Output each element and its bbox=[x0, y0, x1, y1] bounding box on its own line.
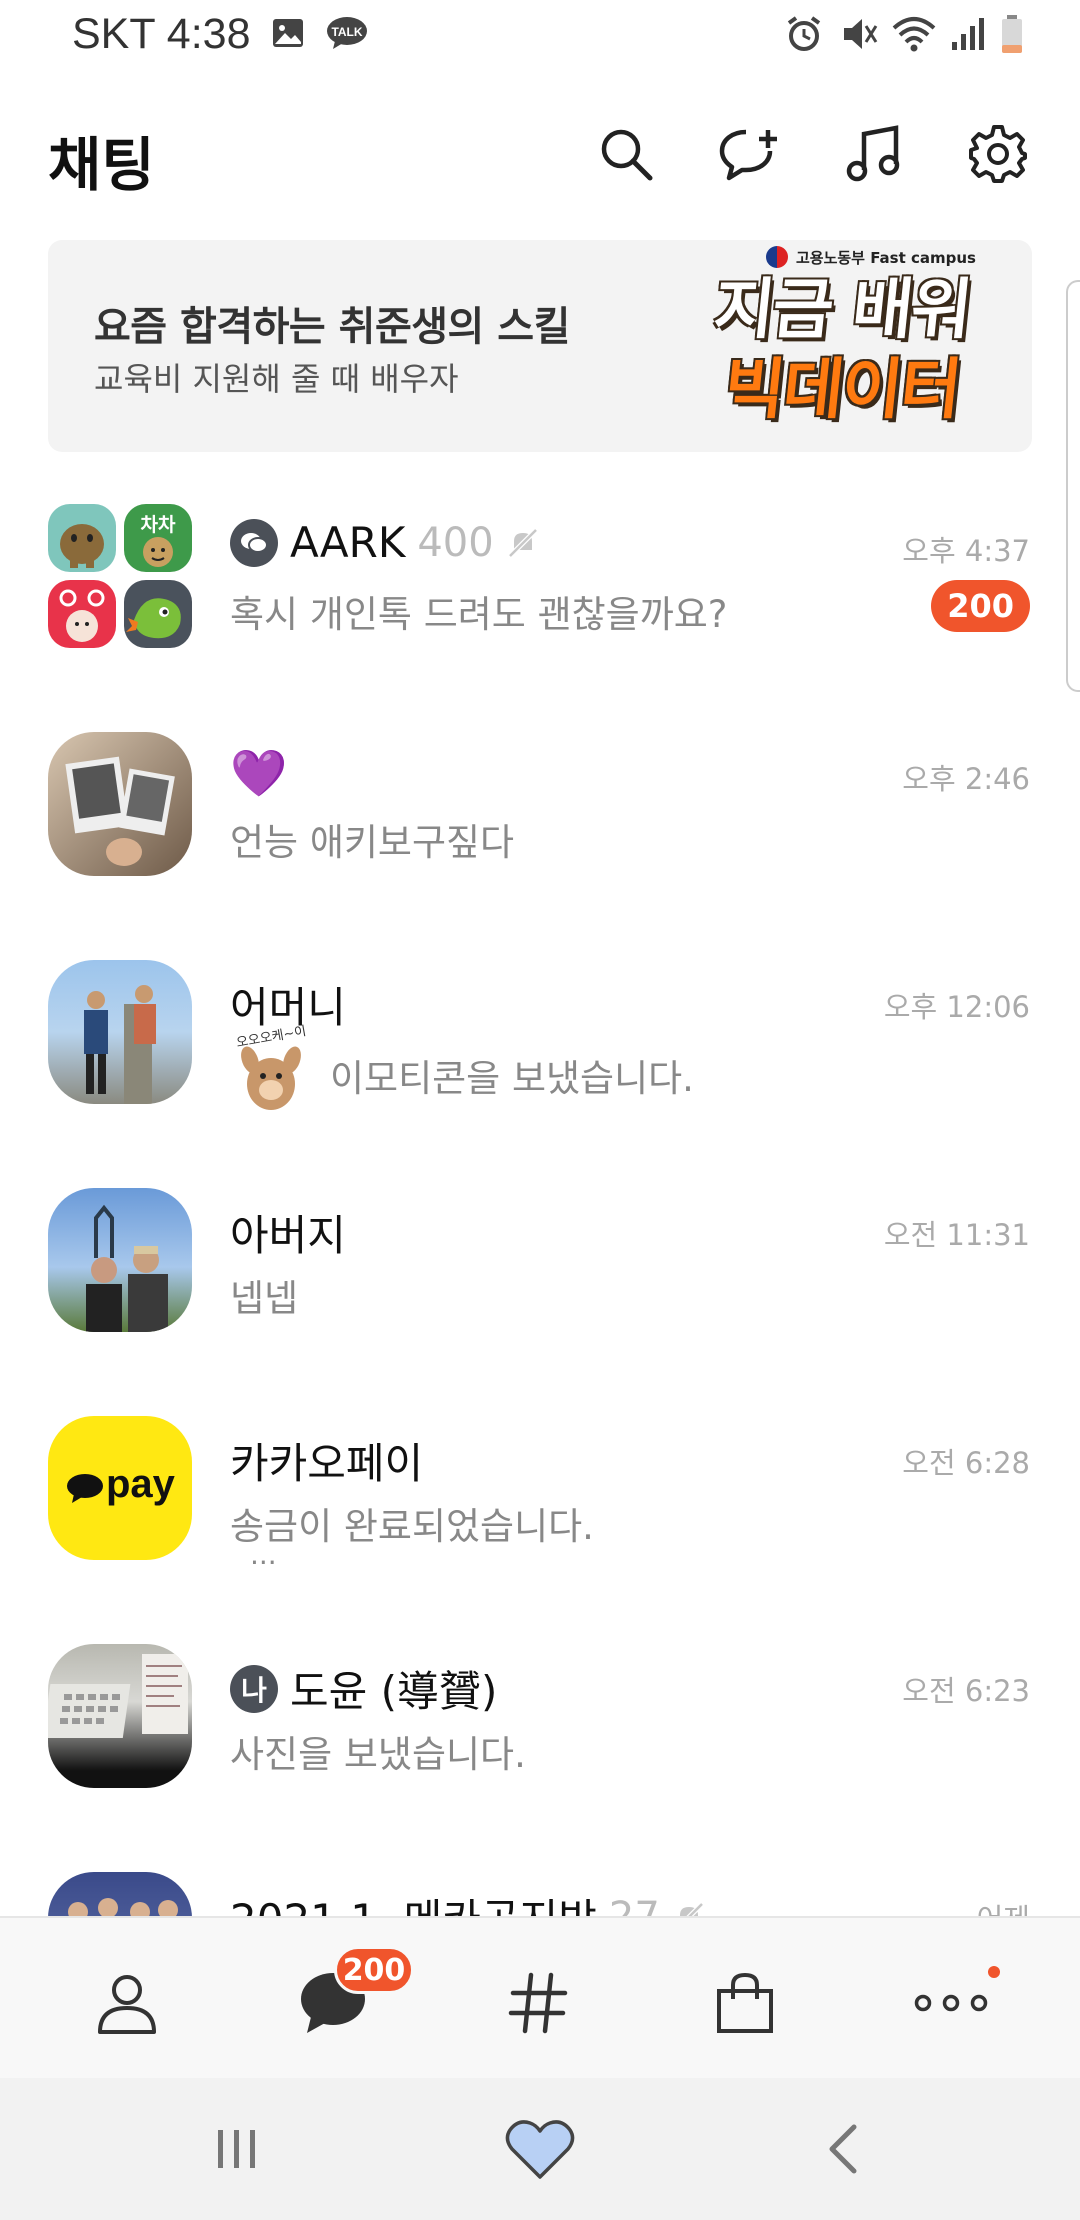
wifi-icon bbox=[892, 14, 936, 54]
app-header: 채팅 bbox=[0, 100, 1080, 210]
tab-friends[interactable] bbox=[82, 1958, 172, 2048]
group-avatar: 차차 bbox=[48, 504, 192, 648]
chat-item-father[interactable]: 아버지 넵넵 오전 11:31 bbox=[0, 1164, 1080, 1392]
member-avatar bbox=[48, 504, 116, 572]
more-dots-icon bbox=[914, 1994, 988, 2012]
banner-artwork: 지금 배워 빅데이터 bbox=[710, 270, 974, 430]
unread-badge: 200 bbox=[931, 580, 1030, 632]
tab-shopping[interactable] bbox=[700, 1958, 790, 2048]
chat-tab-badge: 200 bbox=[334, 1946, 414, 1994]
alarm-icon bbox=[784, 14, 824, 54]
chat-avatar bbox=[48, 960, 192, 1104]
group-chat-icon bbox=[230, 518, 278, 567]
banner-title: 요즘 합격하는 취준생의 스킬 bbox=[94, 304, 570, 350]
shopping-bag-icon bbox=[717, 1972, 773, 2033]
chat-name: 아버지 bbox=[230, 1211, 346, 1260]
chat-preview: 송금이 완료되었습니다. bbox=[230, 1505, 594, 1548]
kakaopay-logo-text: pay bbox=[106, 1462, 175, 1506]
chat-preview: 혹시 개인톡 드려도 괜찮을까요? bbox=[230, 593, 728, 636]
chat-item-me[interactable]: 나 도윤 (導贇) 사진을 보냈습니다. 오전 6:23 bbox=[0, 1620, 1080, 1848]
tab-more[interactable] bbox=[906, 1958, 996, 2048]
chat-time: 오전 6:28 bbox=[902, 1446, 1030, 1480]
chat-name: AARK bbox=[290, 518, 406, 567]
svg-text:TALK: TALK bbox=[331, 25, 362, 39]
chat-avatar bbox=[48, 1188, 192, 1332]
banner-sponsor-text: 고용노동부 Fast campus bbox=[795, 248, 976, 267]
tab-view[interactable] bbox=[494, 1958, 584, 2048]
chat-preview-more: ... bbox=[250, 1538, 277, 1571]
banner-sponsor: 고용노동부 Fast campus bbox=[765, 246, 976, 268]
person-icon bbox=[98, 1975, 156, 2034]
chat-list: 차차 AARK 400 혹시 개인톡 드려도 괜찮을까요? 오후 4:37 20… bbox=[0, 480, 1080, 2076]
new-indicator-dot bbox=[988, 1966, 1000, 1978]
music-icon[interactable] bbox=[842, 122, 906, 186]
member-avatar: 차차 bbox=[124, 504, 192, 572]
kakaopay-avatar: pay bbox=[48, 1416, 192, 1560]
system-navigation-bar bbox=[0, 2078, 1080, 2220]
chat-time: 오후 4:37 bbox=[902, 534, 1030, 568]
recent-apps-icon[interactable] bbox=[192, 2104, 282, 2194]
member-avatar bbox=[48, 580, 116, 648]
chat-time: 오전 11:31 bbox=[883, 1218, 1030, 1252]
mute-icon bbox=[838, 14, 878, 54]
chat-avatar bbox=[48, 1644, 192, 1788]
chat-item-aark[interactable]: 차차 AARK 400 혹시 개인톡 드려도 괜찮을까요? 오후 4:37 20… bbox=[0, 480, 1080, 708]
new-chat-icon[interactable] bbox=[718, 122, 782, 186]
banner-art-line1: 지금 배워 bbox=[710, 271, 975, 348]
status-carrier-time: SKT 4:38 bbox=[72, 10, 251, 58]
member-avatar bbox=[124, 580, 192, 648]
chat-list-screen: SKT 4:38 TALK 채팅 요즘 합격하는 취준생의 스킬 교육비 지원해… bbox=[0, 0, 1080, 2220]
chat-avatar bbox=[48, 732, 192, 876]
chat-preview: 이모티콘을 보냈습니다. bbox=[330, 1057, 694, 1100]
banner-subtitle: 교육비 지원해 줄 때 배우자 bbox=[94, 360, 459, 398]
chat-preview: 넵넵 bbox=[230, 1277, 299, 1320]
banner-art-line2: 빅데이터 bbox=[720, 351, 964, 428]
page-title: 채팅 bbox=[48, 131, 155, 199]
chat-time: 오후 12:06 bbox=[883, 990, 1030, 1024]
sticker-thumbnail: 오오오케~이 bbox=[228, 1024, 314, 1112]
chat-name: 💜 bbox=[230, 746, 288, 800]
signal-icon bbox=[950, 16, 986, 52]
back-icon[interactable] bbox=[798, 2104, 888, 2194]
search-icon[interactable] bbox=[594, 122, 658, 186]
chat-time: 오전 6:23 bbox=[902, 1674, 1030, 1708]
me-badge: 나 bbox=[230, 1664, 278, 1713]
chat-preview: 언능 애키보구짚다 bbox=[230, 821, 515, 864]
battery-icon bbox=[1000, 14, 1024, 54]
chat-item-heart[interactable]: 💜 언능 애키보구짚다 오후 2:46 bbox=[0, 708, 1080, 936]
chat-preview: 사진을 보냈습니다. bbox=[230, 1733, 526, 1776]
chat-item-kakaopay[interactable]: pay 카카오페이 송금이 완료되었습니다. ... 오전 6:28 bbox=[0, 1392, 1080, 1620]
member-count: 400 bbox=[417, 519, 494, 566]
government-logo-icon bbox=[765, 246, 788, 268]
status-bar: SKT 4:38 TALK bbox=[0, 0, 1080, 72]
kakaotalk-notification-icon: TALK bbox=[325, 15, 369, 55]
home-heart-icon[interactable] bbox=[495, 2104, 585, 2194]
settings-gear-icon[interactable] bbox=[966, 122, 1030, 186]
notification-off-icon bbox=[506, 526, 540, 560]
chat-time: 오후 2:46 bbox=[902, 762, 1030, 796]
ad-banner[interactable]: 요즘 합격하는 취준생의 스킬 교육비 지원해 줄 때 배우자 고용노동부 Fa… bbox=[48, 240, 1032, 452]
bottom-tab-bar: 200 bbox=[0, 1916, 1080, 2078]
gallery-icon bbox=[271, 16, 305, 54]
hashtag-icon bbox=[508, 1972, 568, 2034]
chat-name: 카카오페이 bbox=[230, 1439, 424, 1488]
chat-name: 도윤 (導贇) bbox=[290, 1667, 498, 1716]
chat-item-mother[interactable]: 어머니 오오오케~이 이모티콘을 보냈습니다. 오후 12:06 bbox=[0, 936, 1080, 1164]
